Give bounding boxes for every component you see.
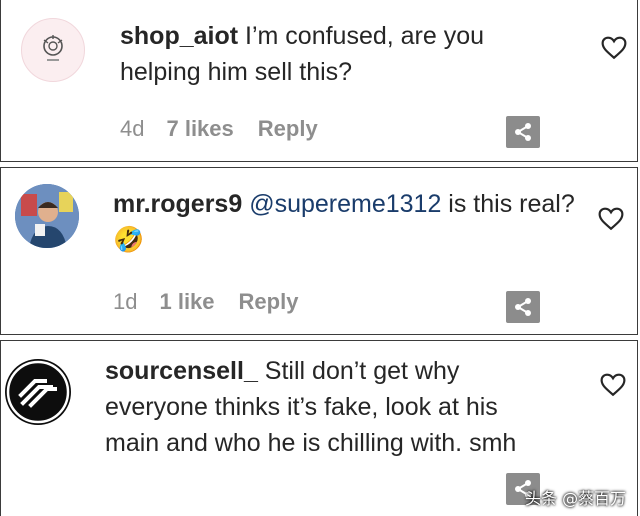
comment-mention[interactable]: @supereme1312: [242, 190, 441, 218]
comment-likes[interactable]: 1 like: [159, 289, 214, 315]
share-icon: [515, 298, 531, 316]
reply-button[interactable]: Reply: [258, 116, 318, 142]
profile-photo-icon: [15, 184, 79, 248]
comment-time[interactable]: 1d: [113, 289, 137, 315]
share-button[interactable]: [506, 116, 540, 148]
comment-likes[interactable]: 7 likes: [166, 116, 233, 142]
sourcensell-logo-icon: [6, 360, 70, 424]
comment-card: sourcensell_ Still don’t get why everyon…: [0, 340, 638, 516]
heart-outline-icon[interactable]: [601, 36, 627, 60]
comment-time[interactable]: 4d: [120, 116, 144, 142]
shop-logo-icon: [43, 35, 63, 61]
comment-meta: 4d 7 likes Reply: [120, 116, 318, 142]
avatar[interactable]: [21, 18, 85, 82]
heart-outline-icon[interactable]: [598, 207, 624, 231]
share-button[interactable]: [506, 291, 540, 323]
comment-meta: 1d 1 like Reply: [113, 289, 298, 315]
heart-outline-icon[interactable]: [600, 373, 626, 397]
watermark: 头条 @蔡百万: [525, 489, 627, 508]
comment-body: is this real?: [441, 190, 575, 218]
comment-text: mr.rogers9 @supereme1312 is this real? 🤣: [113, 186, 583, 258]
comment-card: shop_aiot I’m confused, are you helping …: [0, 0, 638, 162]
comment-text: sourcensell_ Still don’t get why everyon…: [105, 353, 555, 461]
comment-text: shop_aiot I’m confused, are you helping …: [120, 18, 560, 90]
comment-username[interactable]: shop_aiot: [120, 22, 238, 50]
comment-username[interactable]: mr.rogers9: [113, 190, 242, 218]
laughing-emoji: 🤣: [113, 226, 145, 254]
share-icon: [515, 123, 531, 141]
comment-card: mr.rogers9 @supereme1312 is this real? 🤣…: [0, 167, 638, 335]
avatar[interactable]: [15, 184, 79, 248]
reply-button[interactable]: Reply: [239, 289, 299, 315]
avatar[interactable]: [5, 359, 71, 425]
comment-username[interactable]: sourcensell_: [105, 357, 258, 385]
